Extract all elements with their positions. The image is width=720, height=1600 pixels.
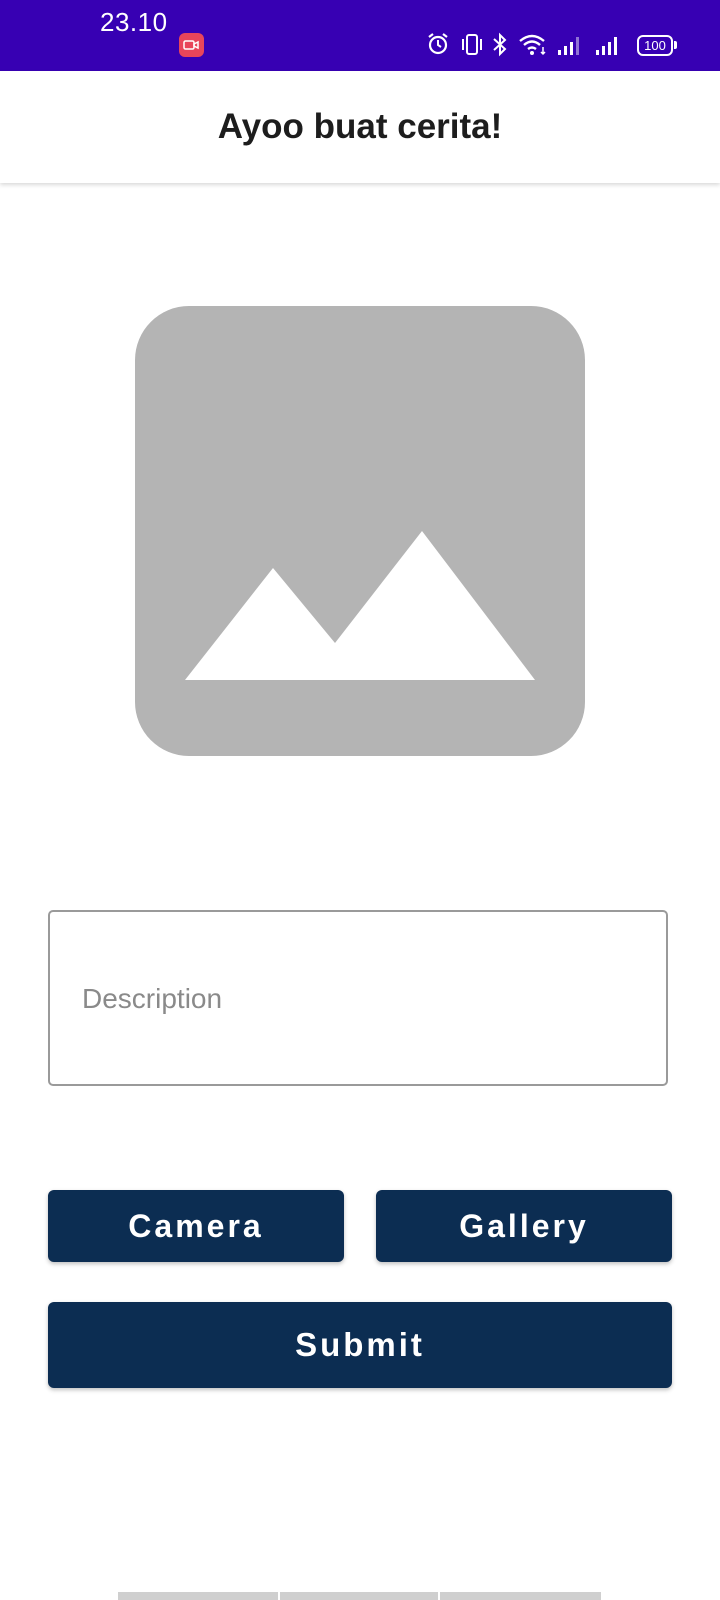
status-icons: 100 [426,30,677,60]
wifi-icon [518,30,548,60]
camera-button[interactable]: Camera [48,1190,344,1262]
nav-gesture-bar[interactable] [118,1592,278,1600]
app-bar: Ayoo buat cerita! [0,71,720,183]
vibrate-icon [460,30,484,60]
description-field[interactable] [48,910,668,1086]
alarm-icon [426,30,450,60]
screen-record-icon [179,33,204,57]
nav-gesture-bar[interactable] [440,1592,601,1600]
image-placeholder-icon [185,531,535,680]
bluetooth-icon [490,30,510,60]
gallery-button[interactable]: Gallery [376,1190,672,1262]
submit-button[interactable]: Submit [48,1302,672,1388]
battery-icon: 100 [637,35,677,56]
page-title: Ayoo buat cerita! [217,107,503,146]
nav-gesture-bar[interactable] [280,1592,438,1600]
signal-icon [594,30,620,60]
status-bar: 23.10 100 [0,0,720,71]
image-preview[interactable] [135,306,585,756]
description-input[interactable] [80,912,644,1086]
signal-icon [556,30,582,60]
status-time: 23.10 [100,7,168,37]
